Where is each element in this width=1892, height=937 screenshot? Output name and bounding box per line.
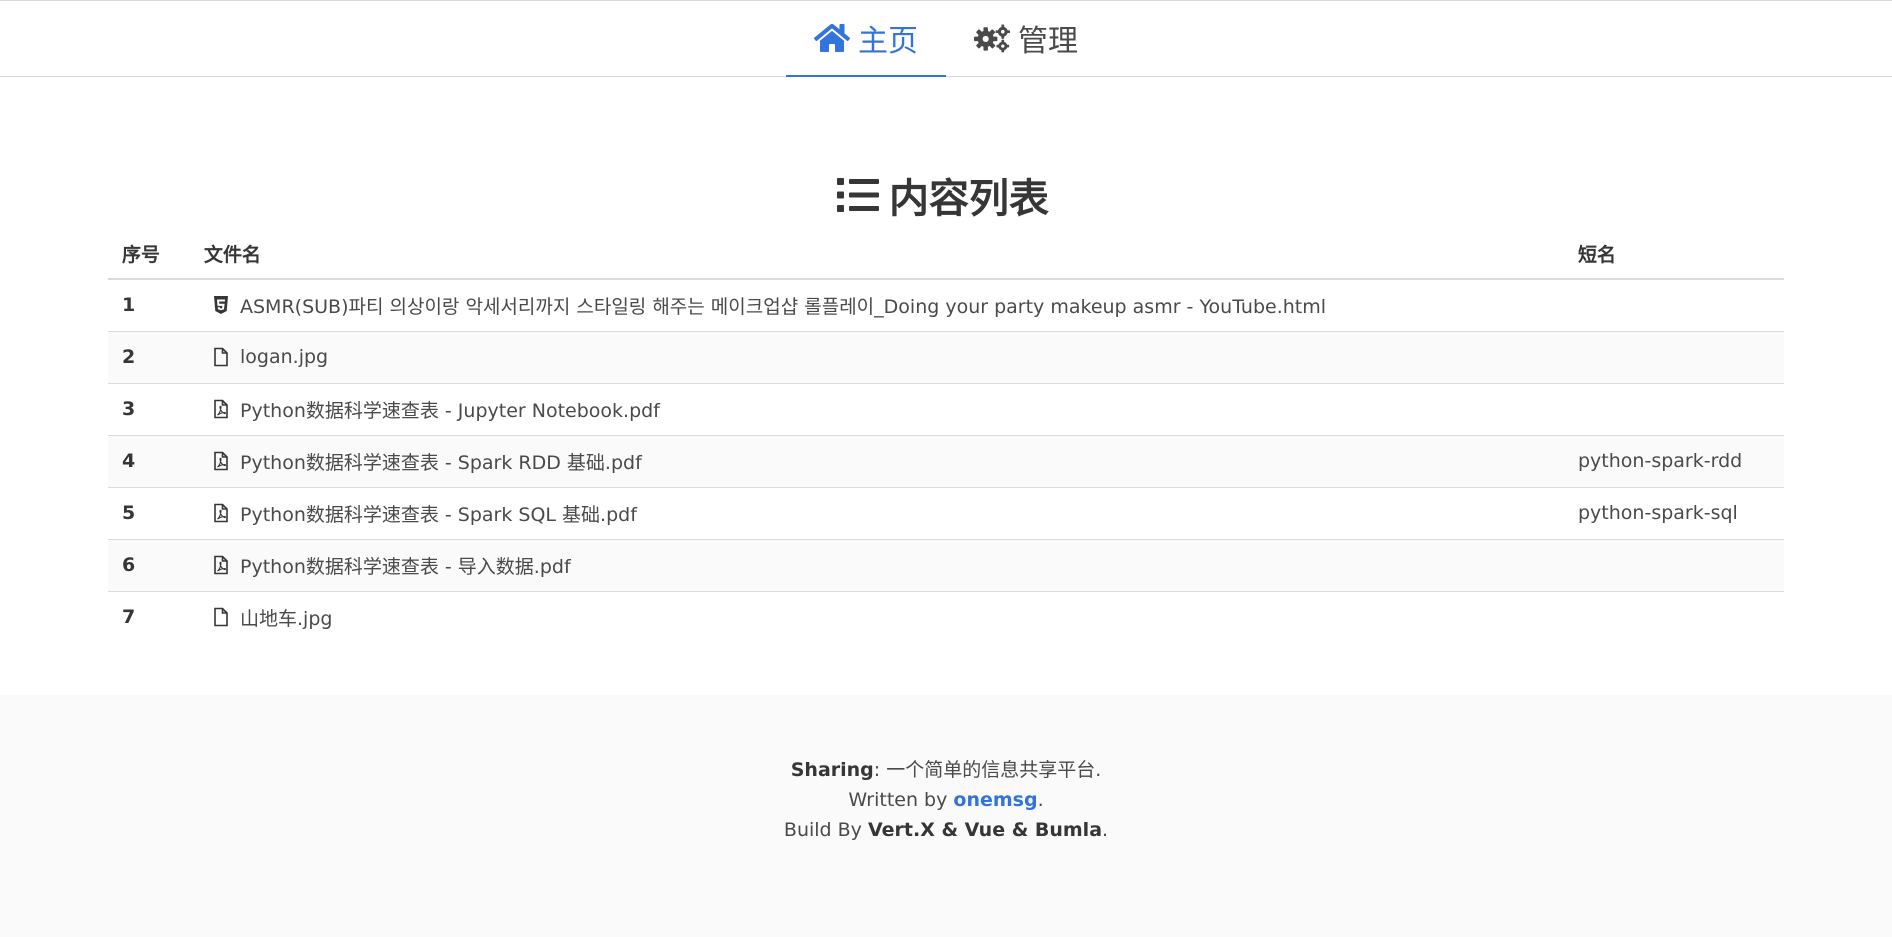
gears-icon: [974, 22, 1010, 54]
row-index: 4: [108, 435, 190, 488]
file-name-link[interactable]: Python数据科学速查表 - Spark SQL 基础.pdf: [240, 500, 637, 527]
column-header-index: 序号: [108, 229, 190, 280]
page-title-text: 内容列表: [889, 176, 1049, 222]
footer-build-prefix: Build By: [783, 819, 868, 841]
row-filename-cell: Python数据科学速查表 - Jupyter Notebook.pdf: [190, 383, 1564, 436]
footer-written-prefix: Written by: [848, 789, 954, 811]
author-link[interactable]: onemsg: [953, 789, 1037, 811]
filename-wrapper: Python数据科学速查表 - Spark RDD 基础.pdf: [204, 448, 1550, 475]
tab-home-label: 主页: [858, 24, 918, 59]
row-shortname: [1564, 279, 1784, 332]
row-index: 5: [108, 487, 190, 540]
file-name-link[interactable]: ASMR(SUB)파티 의상이랑 악세서리까지 스타일링 해주는 메이크업샵 롤…: [240, 292, 1326, 319]
footer-tagline: : 一个简单的信息共享平台.: [873, 759, 1102, 781]
row-filename-cell: Python数据科学速查表 - 导入数据.pdf: [190, 539, 1564, 592]
row-shortname: [1564, 383, 1784, 436]
footer: Sharing: 一个简单的信息共享平台. Written by onemsg.…: [0, 695, 1892, 937]
filename-wrapper: 山地车.jpg: [204, 604, 1550, 631]
footer-line-build: Build By Vert.X & Vue & Bumla.: [0, 815, 1892, 845]
row-index: 7: [122, 606, 136, 629]
table-row[interactable]: 7 山地车.jpg: [108, 591, 1784, 643]
page-title: 内容列表: [102, 169, 1784, 222]
footer-written-suffix: .: [1037, 789, 1044, 811]
tab-manage-label: 管理: [1018, 24, 1078, 59]
file-name-link[interactable]: Python数据科学速查表 - Spark RDD 基础.pdf: [240, 448, 642, 475]
main-content: 内容列表 序号 文件名 短名 1 ASMR(SUB)파티 의상이랑 악세서리까지 …: [0, 77, 1892, 643]
file-name-link[interactable]: 山地车.jpg: [240, 604, 332, 631]
filename-wrapper: ASMR(SUB)파티 의상이랑 악세서리까지 스타일링 해주는 메이크업샵 롤…: [204, 292, 1550, 319]
file-icon: [210, 346, 232, 368]
file-pdf-icon: [210, 554, 232, 576]
file-pdf-icon: [210, 502, 232, 524]
home-icon: [814, 22, 850, 54]
column-header-shortname: 短名: [1564, 229, 1784, 280]
column-header-filename: 文件名: [190, 229, 1564, 280]
row-index: 6: [108, 539, 190, 592]
table-row[interactable]: 1 ASMR(SUB)파티 의상이랑 악세서리까지 스타일링 해주는 메이크업샵 …: [108, 279, 1784, 332]
footer-build-stack: Vert.X & Vue & Bumla: [867, 819, 1103, 841]
row-filename-cell: 山地车.jpg: [190, 591, 1564, 643]
row-index: 1: [108, 279, 190, 332]
footer-line-sharing: Sharing: 一个简单的信息共享平台.: [0, 755, 1892, 785]
table-row[interactable]: 2 logan.jpg: [108, 331, 1784, 384]
table-header-row: 序号 文件名 短名: [108, 229, 1784, 280]
file-name-link[interactable]: Python数据科学速查表 - 导入数据.pdf: [240, 552, 571, 579]
row-filename-cell: ASMR(SUB)파티 의상이랑 악세서리까지 스타일링 해주는 메이크업샵 롤…: [190, 279, 1564, 332]
row-filename-cell: Python数据科学速查表 - Spark SQL 基础.pdf: [190, 487, 1564, 540]
tab-home[interactable]: 主页: [786, 1, 946, 77]
table-row[interactable]: 3 Python数据科学速查表 - Jupyter Notebook.pdf: [108, 383, 1784, 436]
row-shortname: python-spark-sql: [1564, 487, 1784, 540]
file-pdf-icon: [210, 450, 232, 472]
list-icon: [837, 175, 879, 215]
row-filename-cell: logan.jpg: [190, 331, 1564, 384]
file-name-link[interactable]: Python数据科学速查表 - Jupyter Notebook.pdf: [240, 396, 660, 423]
row-index: 3: [108, 383, 190, 436]
file-name-link[interactable]: logan.jpg: [240, 346, 328, 368]
row-shortname: [1564, 331, 1784, 384]
file-icon: [210, 606, 232, 628]
table-row[interactable]: 5 Python数据科学速查表 - Spark SQL 基础.pdf python-…: [108, 487, 1784, 540]
table-row[interactable]: 6 Python数据科学速查表 - 导入数据.pdf: [108, 539, 1784, 592]
filename-wrapper: Python数据科学速查表 - Jupyter Notebook.pdf: [204, 396, 1550, 423]
file-pdf-icon: [210, 398, 232, 420]
main-tabs: 主页 管理: [0, 1, 1892, 77]
row-shortname: python-spark-rdd: [1564, 435, 1784, 488]
row-shortname: [1564, 591, 1784, 643]
footer-build-suffix: .: [1102, 819, 1109, 841]
table-row[interactable]: 4 Python数据科学速查表 - Spark RDD 基础.pdf python-…: [108, 435, 1784, 488]
filename-wrapper: Python数据科学速查表 - 导入数据.pdf: [204, 552, 1550, 579]
footer-brand: Sharing: [790, 759, 874, 781]
footer-line-written: Written by onemsg.: [0, 785, 1892, 815]
row-shortname: [1564, 539, 1784, 592]
content-table: 序号 文件名 短名 1 ASMR(SUB)파티 의상이랑 악세서리까지 스타일링 …: [108, 229, 1784, 643]
row-index: 2: [108, 331, 190, 384]
filename-wrapper: logan.jpg: [204, 346, 1550, 368]
row-filename-cell: Python数据科学速查表 - Spark RDD 基础.pdf: [190, 435, 1564, 488]
html5-icon: [210, 294, 232, 316]
tab-manage[interactable]: 管理: [946, 1, 1106, 77]
filename-wrapper: Python数据科学速查表 - Spark SQL 基础.pdf: [204, 500, 1550, 527]
